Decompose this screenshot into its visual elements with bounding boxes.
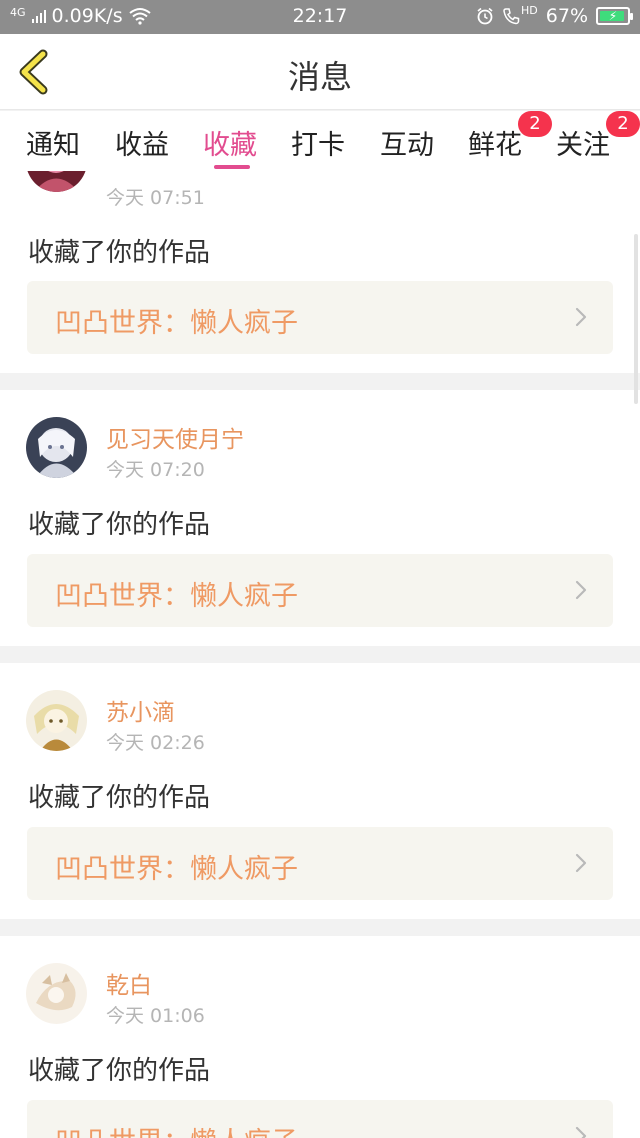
avatar[interactable] — [26, 690, 87, 751]
avatar[interactable] — [26, 963, 87, 1024]
work-title: 凹凸世界：懒人疯子 — [55, 1120, 298, 1138]
list-item: 见习天使月宁 今天 07:20 收藏了你的作品 凹凸世界：懒人疯子 — [0, 390, 640, 646]
message-list: 今天 07:51 收藏了你的作品 凹凸世界：懒人疯子 见习天使月宁 今天 07:… — [0, 171, 640, 1138]
scrollbar[interactable] — [634, 234, 638, 404]
avatar-image — [26, 963, 87, 1024]
message-action: 收藏了你的作品 — [28, 783, 211, 813]
work-link[interactable]: 凹凸世界：懒人疯子 — [27, 827, 613, 900]
message-time: 今天 01:06 — [106, 1005, 205, 1027]
work-link[interactable]: 凹凸世界：懒人疯子 — [27, 281, 613, 354]
battery-icon: ⚡ — [596, 7, 633, 25]
work-title: 凹凸世界：懒人疯子 — [55, 308, 298, 339]
chevron-right-icon — [575, 307, 587, 327]
message-action: 收藏了你的作品 — [28, 1056, 211, 1086]
flowers-badge: 2 — [518, 111, 552, 137]
avatar[interactable] — [26, 171, 87, 192]
alarm-icon — [477, 7, 493, 25]
active-tab-indicator — [214, 165, 250, 169]
tab-follow[interactable]: 关注 2 — [556, 111, 640, 162]
avatar-image — [26, 417, 87, 478]
page-title: 消息 — [287, 58, 352, 96]
work-title: 凹凸世界：懒人疯子 — [55, 581, 298, 612]
message-action: 收藏了你的作品 — [28, 510, 211, 540]
chevron-right-icon — [575, 580, 587, 600]
phone-icon — [503, 8, 520, 25]
message-time: 今天 07:20 — [106, 459, 205, 481]
user-name[interactable]: 乾白 — [106, 966, 152, 1000]
user-name[interactable]: 苏小滴 — [106, 693, 175, 727]
message-time: 今天 07:51 — [106, 187, 205, 209]
tab-checkin[interactable]: 打卡 — [291, 123, 345, 162]
list-item: 苏小滴 今天 02:26 收藏了你的作品 凹凸世界：懒人疯子 — [0, 663, 640, 919]
avatar-image — [26, 171, 87, 192]
avatar[interactable] — [26, 417, 87, 478]
chevron-right-icon — [575, 853, 587, 873]
tab-follow-label: 关注 — [556, 130, 610, 161]
tab-notifications[interactable]: 通知 — [26, 123, 80, 162]
tab-bar: 通知 收益 收藏 打卡 互动 鲜花 2 关注 2 — [0, 111, 640, 171]
follow-badge: 2 — [606, 111, 640, 137]
avatar-image — [26, 690, 87, 751]
message-action: 收藏了你的作品 — [28, 238, 211, 268]
chevron-right-icon — [575, 1126, 587, 1138]
tab-favorites[interactable]: 收藏 — [203, 123, 257, 162]
list-item: 乾白 今天 01:06 收藏了你的作品 凹凸世界：懒人疯子 — [0, 936, 640, 1138]
list-item: 今天 07:51 收藏了你的作品 凹凸世界：懒人疯子 — [0, 171, 640, 373]
message-time: 今天 02:26 — [106, 732, 205, 754]
tab-flowers-label: 鲜花 — [468, 130, 522, 161]
battery-percent: 67% — [545, 5, 588, 27]
tab-flowers[interactable]: 鲜花 2 — [468, 111, 552, 162]
work-title: 凹凸世界：懒人疯子 — [55, 854, 298, 885]
user-name[interactable]: 见习天使月宁 — [106, 420, 244, 454]
header: 消息 — [0, 34, 640, 110]
hd-label: HD — [521, 3, 538, 17]
tab-earnings[interactable]: 收益 — [115, 123, 169, 162]
work-link[interactable]: 凹凸世界：懒人疯子 — [27, 554, 613, 627]
work-link[interactable]: 凹凸世界：懒人疯子 — [27, 1100, 613, 1138]
tab-interaction[interactable]: 互动 — [380, 123, 434, 162]
status-bar: 4G 0.09K/s 22:17 HD 67% ⚡ — [0, 0, 640, 34]
